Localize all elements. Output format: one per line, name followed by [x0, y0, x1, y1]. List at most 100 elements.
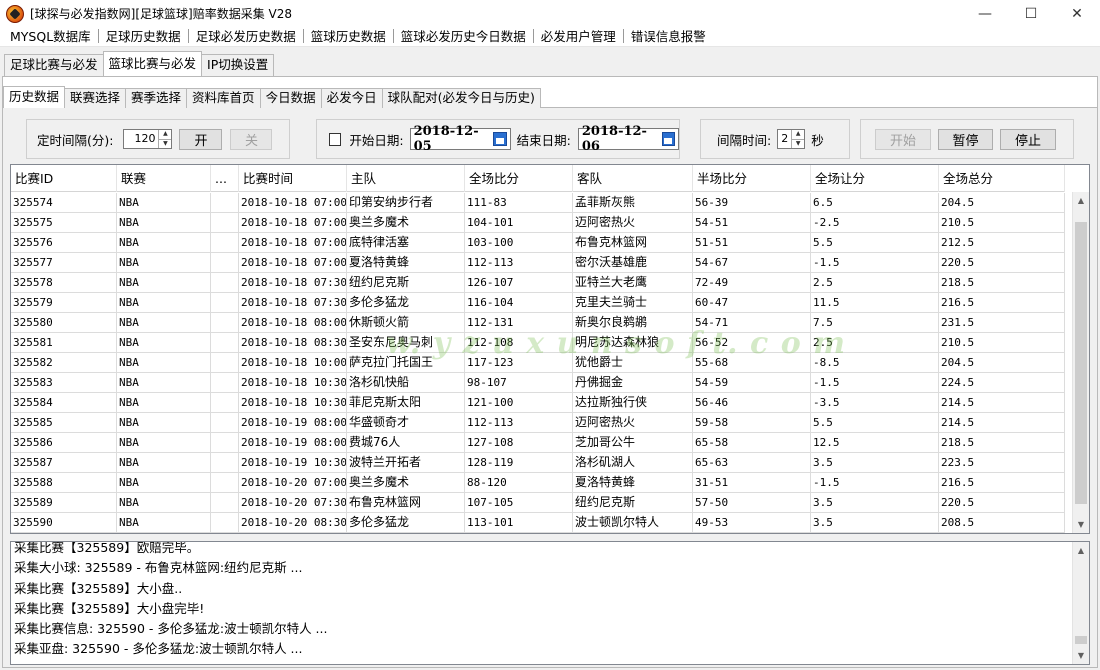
- table-row[interactable]: 325576 NBA 2018-10-18 07:00 底特律活塞 103-100 布鲁克…: [11, 233, 1065, 253]
- cell-total-points: 210.5: [939, 333, 1065, 353]
- header-col-home-team[interactable]: 主队: [347, 165, 465, 192]
- scroll-thumb[interactable]: [1075, 636, 1087, 644]
- table-row[interactable]: 325575 NBA 2018-10-18 07:00 奥兰多魔术 104-101 迈阿密…: [11, 213, 1065, 233]
- table-row[interactable]: 325587 NBA 2018-10-19 10:30 波特兰开拓者 128-119 洛杉…: [11, 453, 1065, 473]
- table-row[interactable]: 325574 NBA 2018-10-18 07:00 印第安纳步行者 111-83 孟菲…: [11, 193, 1065, 213]
- pause-button[interactable]: 暂停: [938, 128, 993, 150]
- spinner-arrows[interactable]: ▲ ▼: [158, 130, 172, 149]
- spin-up-icon[interactable]: ▲: [159, 130, 171, 139]
- table-row[interactable]: 325590 NBA 2018-10-20 08:30 多伦多猛龙 113-101 波士顿…: [11, 513, 1065, 533]
- cell-extra: [211, 193, 239, 213]
- close-button[interactable]: 关: [230, 128, 273, 150]
- cell-away-team: 洛杉矶湖人: [573, 453, 693, 473]
- cell-match-id: 325582: [11, 353, 117, 373]
- log-line: 采集比赛【325589】大小盘完毕!: [14, 600, 205, 616]
- end-date-value[interactable]: 2018-12-06: [582, 124, 660, 154]
- table-row[interactable]: 325588 NBA 2018-10-20 07:00 奥兰多魔术 88-120 夏洛特黄…: [11, 473, 1065, 493]
- interval-value[interactable]: 120: [124, 130, 158, 148]
- scroll-up-icon[interactable]: ▲: [1073, 542, 1089, 559]
- table-row[interactable]: 325585 NBA 2018-10-19 08:00 华盛顿奇才 112-113 迈阿密…: [11, 413, 1065, 433]
- start-button[interactable]: 开始: [875, 128, 931, 150]
- tab-ip-switch[interactable]: IP切换设置: [201, 54, 275, 76]
- maximize-button[interactable]: ☐: [1008, 0, 1054, 27]
- scroll-up-icon[interactable]: ▲: [1073, 192, 1089, 209]
- spin-up-icon[interactable]: ▲: [792, 130, 804, 139]
- cell-handicap: 2.5: [811, 273, 939, 293]
- open-button[interactable]: 开: [179, 128, 223, 150]
- menu-mysql[interactable]: MYSQL数据库: [4, 26, 97, 45]
- tab-betfair-today[interactable]: 必发今日: [320, 88, 383, 108]
- table-row[interactable]: 325582 NBA 2018-10-18 10:00 萨克拉门托国王 117-123 犹…: [11, 353, 1065, 373]
- table-row[interactable]: 325579 NBA 2018-10-18 07:30 多伦多猛龙 116-104 克里夫…: [11, 293, 1065, 313]
- cell-half-score: 54-71: [693, 313, 811, 333]
- tab-today-data[interactable]: 今日数据: [259, 88, 322, 108]
- scroll-thumb[interactable]: [1075, 222, 1087, 504]
- menu-football-betfair-history[interactable]: 足球必发历史数据: [190, 26, 302, 45]
- menu-basketball-history[interactable]: 篮球历史数据: [305, 26, 392, 45]
- cell-home-team: 洛杉矶快船: [347, 373, 465, 393]
- spin-down-icon[interactable]: ▼: [792, 138, 805, 149]
- table-row[interactable]: 325581 NBA 2018-10-18 08:30 圣安东尼奥马刺 112-108 明…: [11, 333, 1065, 353]
- table-row[interactable]: 325578 NBA 2018-10-18 07:30 纽约尼克斯 126-107 亚特兰…: [11, 273, 1065, 293]
- start-date-checkbox[interactable]: [329, 132, 342, 146]
- calendar-icon[interactable]: [493, 132, 507, 146]
- cell-total-points: 218.5: [939, 433, 1065, 453]
- cell-league: NBA: [117, 313, 211, 333]
- cell-league: NBA: [117, 453, 211, 473]
- menu-football-history[interactable]: 足球历史数据: [100, 26, 187, 45]
- gap-group: 间隔时间: 2 ▲ ▼ 秒: [700, 119, 850, 159]
- header-col-league[interactable]: 联赛: [117, 165, 211, 192]
- header-col-extra[interactable]: ...: [211, 165, 239, 192]
- match-data-grid[interactable]: 比赛ID 联赛... 比赛时间 主队 全场比分 客队 半场比分 全场让分 全场总分 325574…: [10, 164, 1090, 534]
- close-window-button[interactable]: ✕: [1054, 0, 1100, 27]
- header-col-full-score[interactable]: 全场比分: [465, 165, 573, 192]
- tab-league-select[interactable]: 联赛选择: [64, 88, 127, 108]
- tab-team-pairing[interactable]: 球队配对(必发今日与历史): [381, 88, 541, 108]
- log-panel[interactable]: 采集比赛【325589】欧赔完毕。 采集大小球: 325589 - 布鲁克林篮网:…: [10, 541, 1090, 665]
- header-col-half-score[interactable]: 半场比分: [693, 165, 811, 192]
- spin-down-icon[interactable]: ▼: [159, 138, 172, 149]
- cell-half-score: 54-67: [693, 253, 811, 273]
- cell-handicap: -1.5: [811, 373, 939, 393]
- start-date-picker[interactable]: 2018-12-05: [409, 124, 511, 154]
- table-row[interactable]: 325580 NBA 2018-10-18 08:00 休斯顿火箭 112-131 新奥尔…: [11, 313, 1065, 333]
- cell-match-id: 325590: [11, 513, 117, 533]
- minimize-button[interactable]: —: [962, 0, 1008, 27]
- menu-betfair-users[interactable]: 必发用户管理: [535, 26, 622, 45]
- table-row[interactable]: 325584 NBA 2018-10-18 10:30 菲尼克斯太阳 121-100 达拉…: [11, 393, 1065, 413]
- tab-history-data[interactable]: 历史数据: [3, 86, 66, 108]
- gap-spinner[interactable]: 2 ▲ ▼: [777, 129, 806, 149]
- cell-extra: [211, 393, 239, 413]
- menu-separator: [97, 28, 99, 43]
- table-row[interactable]: 325589 NBA 2018-10-20 07:30 布鲁克林篮网 107-105 纽约…: [11, 493, 1065, 513]
- header-col-away-team[interactable]: 客队: [573, 165, 693, 192]
- header-col-match-time[interactable]: 比赛时间: [239, 165, 347, 192]
- menu-basketball-betfair-today[interactable]: 篮球必发历史今日数据: [395, 26, 532, 45]
- tab-season-select[interactable]: 赛季选择: [125, 88, 188, 108]
- gap-value[interactable]: 2: [778, 130, 791, 148]
- table-row[interactable]: 325577 NBA 2018-10-18 07:00 夏洛特黄蜂 112-113 密尔沃…: [11, 253, 1065, 273]
- grid-vertical-scrollbar[interactable]: ▲ ▼: [1072, 192, 1089, 533]
- header-col-handicap[interactable]: 全场让分: [811, 165, 939, 192]
- tab-football[interactable]: 足球比赛与必发: [4, 54, 104, 76]
- cell-extra: [211, 513, 239, 533]
- header-col-match-id[interactable]: 比赛ID: [11, 165, 117, 192]
- header-col-total-points[interactable]: 全场总分: [939, 165, 1065, 192]
- calendar-icon[interactable]: [661, 132, 675, 146]
- table-row[interactable]: 325583 NBA 2018-10-18 10:30 洛杉矶快船 98-107 丹佛掘金…: [11, 373, 1065, 393]
- tab-basketball[interactable]: 篮球比赛与必发: [102, 51, 203, 76]
- cell-handicap: 12.5: [811, 433, 939, 453]
- end-date-picker[interactable]: 2018-12-06: [577, 124, 679, 154]
- interval-spinner[interactable]: 120 ▲ ▼: [123, 129, 173, 149]
- log-vertical-scrollbar[interactable]: ▲ ▼: [1072, 542, 1089, 664]
- scroll-down-icon[interactable]: ▼: [1073, 647, 1089, 664]
- stop-button[interactable]: 停止: [1000, 128, 1056, 150]
- scroll-down-icon[interactable]: ▼: [1073, 516, 1089, 533]
- menu-error-alerts[interactable]: 错误信息报警: [625, 26, 712, 45]
- table-row[interactable]: 325586 NBA 2018-10-19 08:00 费城76人 127-108 芝加哥…: [11, 433, 1065, 453]
- cell-away-team: 迈阿密热火: [573, 213, 693, 233]
- tab-database-home[interactable]: 资料库首页: [186, 88, 261, 108]
- start-date-value[interactable]: 2018-12-05: [414, 124, 492, 154]
- spinner-arrows[interactable]: ▲ ▼: [791, 130, 805, 149]
- cell-total-points: 224.5: [939, 373, 1065, 393]
